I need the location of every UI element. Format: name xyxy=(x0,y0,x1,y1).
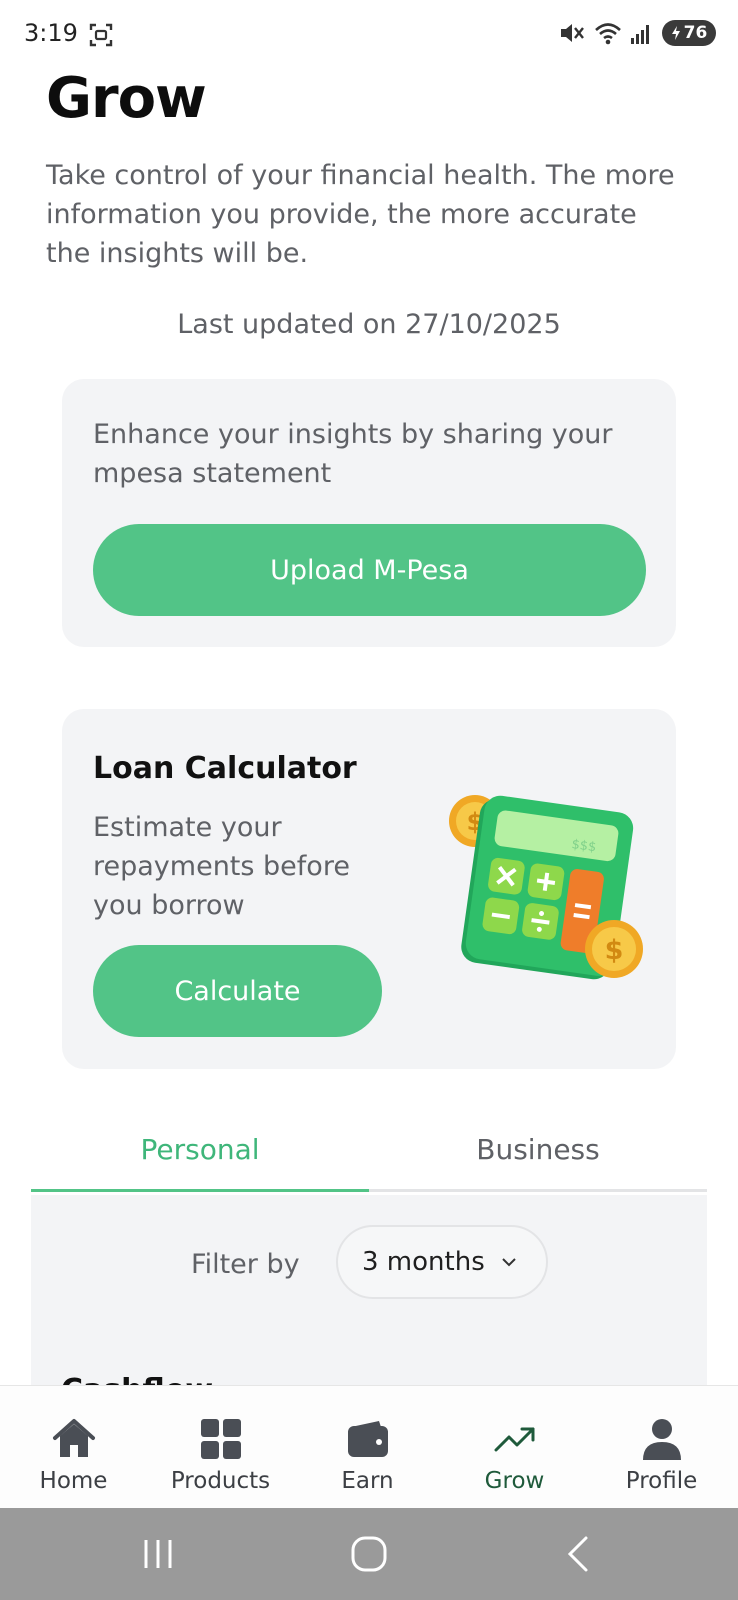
loan-calculator-description: Estimate your repayments before you borr… xyxy=(93,812,350,921)
home-icon xyxy=(52,1419,95,1457)
upload-mpesa-button[interactable]: Upload M-Pesa xyxy=(93,524,646,616)
page-title: Grow xyxy=(46,66,207,131)
calculate-button[interactable]: Calculate xyxy=(93,945,382,1037)
nav-label-profile: Profile xyxy=(625,1468,698,1494)
calculator-illustration-icon: $ $$$ $ xyxy=(449,795,643,980)
mute-icon xyxy=(561,24,584,42)
status-time: 3:19 xyxy=(24,19,78,47)
recent-apps-icon[interactable] xyxy=(136,1532,180,1576)
nav-earn[interactable]: Earn xyxy=(294,1386,441,1509)
nav-label-products: Products xyxy=(170,1468,271,1494)
nav-label-grow: Grow xyxy=(484,1468,545,1494)
back-icon[interactable] xyxy=(558,1532,602,1576)
nav-grow[interactable]: Grow xyxy=(441,1386,588,1509)
user-icon xyxy=(642,1419,681,1460)
active-tab-indicator xyxy=(31,1189,369,1192)
nav-label-earn: Earn xyxy=(341,1468,394,1494)
battery-level: 76 xyxy=(683,23,708,43)
insights-panel: Filter by 3 months Cashflow xyxy=(31,1195,707,1385)
loan-calculator-title: Loan Calculator xyxy=(93,751,357,786)
nav-products[interactable]: Products xyxy=(147,1386,294,1509)
last-updated-text: Last updated on 27/10/2025 xyxy=(177,309,561,340)
period-filter-value: 3 months xyxy=(362,1247,485,1277)
tab-business[interactable]: Business xyxy=(369,1106,707,1192)
nav-profile[interactable]: Profile xyxy=(588,1386,735,1509)
wallet-icon xyxy=(347,1421,388,1457)
insights-tabs: Personal Business xyxy=(31,1106,707,1192)
charging-icon xyxy=(671,26,680,40)
page-description: Take control of your financial health. T… xyxy=(46,160,675,269)
mpesa-card-text: Enhance your insights by sharing your mp… xyxy=(93,419,613,489)
wifi-icon xyxy=(595,23,621,45)
chevron-down-icon xyxy=(502,1258,516,1267)
system-navigation-bar xyxy=(0,1508,738,1600)
trending-up-icon xyxy=(494,1427,534,1452)
bottom-navigation: Home Products Earn Grow Profile xyxy=(0,1385,738,1508)
signal-icon xyxy=(631,25,649,44)
loan-calculator-card: Loan Calculator Estimate your repayments… xyxy=(62,709,676,1069)
status-bar: 3:19 76 xyxy=(0,0,738,70)
grid-icon xyxy=(200,1419,241,1459)
battery-icon: 76 xyxy=(662,20,716,46)
tab-personal[interactable]: Personal xyxy=(31,1106,369,1192)
cashflow-section-title: Cashflow xyxy=(61,1373,213,1385)
nav-home[interactable]: Home xyxy=(0,1386,147,1509)
svg-text:$: $ xyxy=(605,935,624,966)
nav-label-home: Home xyxy=(39,1468,108,1494)
mpesa-card: Enhance your insights by sharing your mp… xyxy=(62,379,676,647)
status-icons: 76 xyxy=(558,20,716,46)
screenshot-icon xyxy=(89,23,113,47)
period-filter-dropdown[interactable]: 3 months xyxy=(336,1225,548,1299)
filter-label: Filter by xyxy=(191,1249,300,1280)
home-button-icon[interactable] xyxy=(347,1532,391,1576)
